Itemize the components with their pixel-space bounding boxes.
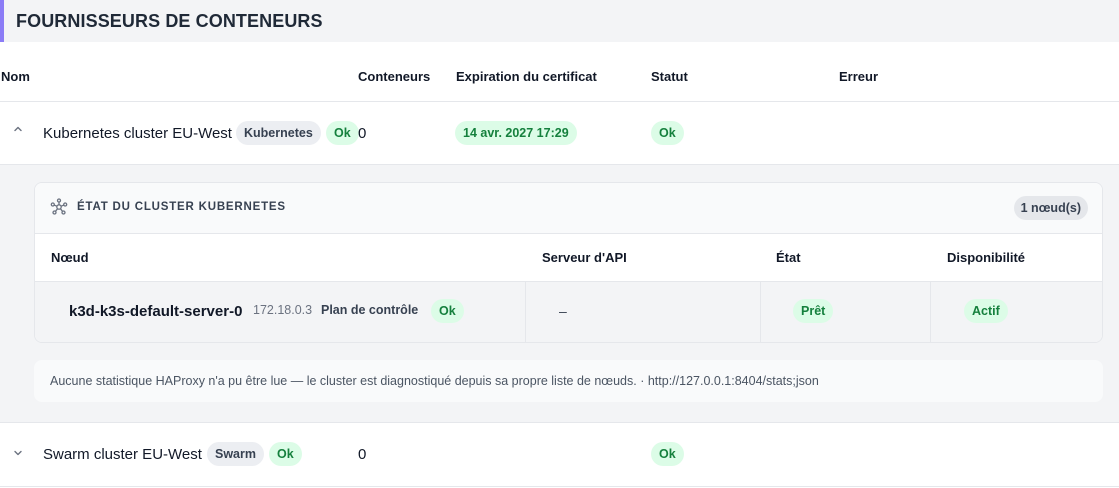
nodes-table-header: Nœud Serveur d'API État Disponibilité	[35, 234, 1102, 282]
api-server-value: –	[559, 303, 567, 319]
provider-health-badge: Ok	[326, 121, 359, 145]
section-header: FOURNISSEURS DE CONTENEURS	[0, 0, 1119, 42]
node-state-badge: Prêt	[793, 299, 834, 323]
column-header-name[interactable]: Nom	[1, 69, 30, 84]
provider-type-badge: Kubernetes	[236, 121, 321, 145]
provider-health-badge: Ok	[269, 442, 302, 466]
column-header-node: Nœud	[51, 250, 89, 265]
cluster-state-title: ÉTAT DU CLUSTER KUBERNETES	[77, 201, 286, 213]
column-header-availability: Disponibilité	[947, 250, 1025, 265]
cert-expiration-badge: 14 avr. 2027 17:29	[455, 121, 577, 145]
node-role-status-badge: Ok	[431, 299, 464, 323]
provider-name: Swarm cluster EU-West	[43, 446, 202, 463]
column-header-error[interactable]: Erreur	[839, 69, 878, 84]
cluster-icon	[50, 198, 68, 216]
provider-row-kubernetes[interactable]: Kubernetes cluster EU-West Kubernetes Ok…	[0, 102, 1119, 165]
node-availability-badge: Actif	[964, 299, 1008, 323]
cluster-state-card-header: ÉTAT DU CLUSTER KUBERNETES 1 nœud(s)	[35, 183, 1102, 234]
status-badge: Ok	[651, 442, 684, 466]
containers-count: 0	[358, 125, 367, 142]
node-name: k3d-k3s-default-server-0	[69, 303, 243, 320]
column-header-cert-expiration[interactable]: Expiration du certificat	[456, 69, 597, 84]
provider-details-panel: ÉTAT DU CLUSTER KUBERNETES 1 nœud(s) Nœu…	[0, 165, 1119, 423]
column-divider	[525, 282, 526, 342]
column-divider	[760, 282, 761, 342]
cluster-state-card: ÉTAT DU CLUSTER KUBERNETES 1 nœud(s) Nœu…	[34, 182, 1103, 343]
column-header-api-server: Serveur d'API	[542, 250, 627, 265]
status-badge: Ok	[651, 121, 684, 145]
provider-row-swarm[interactable]: Swarm cluster EU-West Swarm Ok 0 Ok	[0, 423, 1119, 487]
chevron-down-icon[interactable]	[13, 448, 23, 461]
node-count-badge: 1 nœud(s)	[1013, 196, 1088, 220]
provider-type-badge: Swarm	[207, 442, 264, 466]
column-divider	[930, 282, 931, 342]
providers-table-header: Nom Conteneurs Expiration du certificat …	[0, 52, 1119, 102]
section-title: FOURNISSEURS DE CONTENEURS	[16, 11, 323, 31]
column-header-status[interactable]: Statut	[651, 69, 688, 84]
chevron-up-icon[interactable]	[13, 124, 23, 137]
provider-name: Kubernetes cluster EU-West	[43, 125, 232, 142]
column-header-containers[interactable]: Conteneurs	[358, 69, 430, 84]
containers-count: 0	[358, 446, 367, 463]
node-role: Plan de contrôle	[321, 303, 419, 317]
haproxy-note-text: Aucune statistique HAProxy n'a pu être l…	[50, 374, 819, 388]
haproxy-note: Aucune statistique HAProxy n'a pu être l…	[34, 360, 1103, 402]
column-header-state: État	[776, 250, 801, 265]
node-row: k3d-k3s-default-server-0 172.18.0.3 Plan…	[35, 282, 1102, 342]
node-ip: 172.18.0.3	[253, 303, 313, 317]
